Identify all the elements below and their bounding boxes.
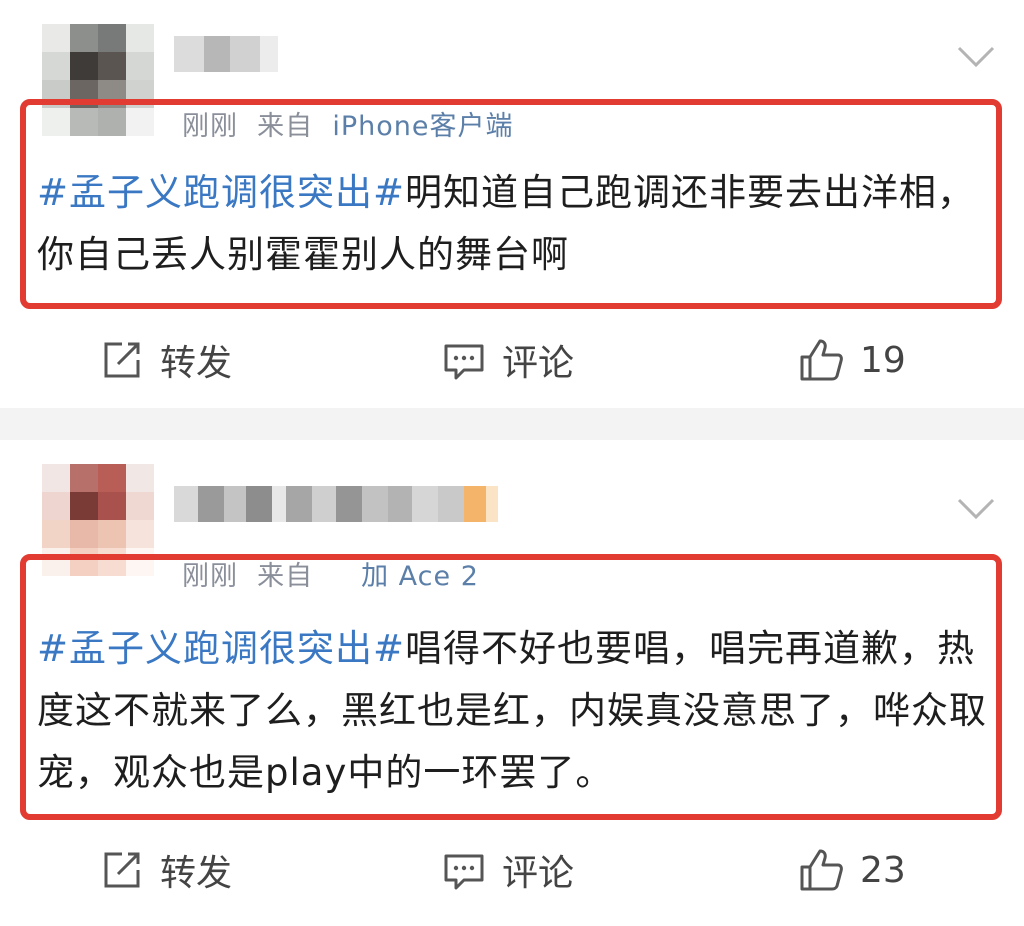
comment-icon (444, 344, 484, 380)
comment-icon (444, 854, 484, 890)
action-bar: 转发 评论 23 (0, 840, 1024, 900)
username[interactable] (174, 486, 498, 522)
comment-button[interactable]: 评论 (442, 330, 574, 390)
comment-label: 评论 (502, 343, 575, 384)
thumbs-up-icon (800, 849, 843, 891)
repost-label: 转发 (160, 853, 233, 894)
repost-icon (104, 342, 140, 378)
post-body: #孟子义跑调很突出#明知道自己跑调还非要去出洋相，你自己丢人别霍霍别人的舞台啊 (37, 162, 992, 286)
like-count: 19 (860, 339, 906, 381)
post-body: #孟子义跑调很突出#唱得不好也要唱，唱完再道歉，热度这不就来了么，黑红也是红，内… (37, 618, 992, 804)
chevron-down-icon[interactable] (956, 496, 996, 522)
hashtag-link[interactable]: #孟子义跑调很突出# (37, 171, 405, 214)
post-card: 刚刚 来自 加 Ace 2 #孟子义跑调很突出#唱得不好也要唱，唱完再道歉，热度… (0, 440, 1024, 926)
chevron-down-icon[interactable] (956, 44, 996, 70)
hashtag-link[interactable]: #孟子义跑调很突出# (37, 627, 405, 670)
like-button[interactable]: 23 (798, 840, 906, 900)
like-button[interactable]: 19 (798, 330, 906, 390)
comment-button[interactable]: 评论 (442, 840, 574, 900)
username[interactable] (174, 36, 278, 72)
thumbs-up-icon (800, 339, 843, 381)
post-card: 刚刚 来自 iPhone客户端 #孟子义跑调很突出#明知道自己跑调还非要去出洋相… (0, 0, 1024, 408)
like-count: 23 (860, 849, 906, 891)
repost-button[interactable]: 转发 (100, 330, 232, 390)
repost-label: 转发 (160, 343, 233, 384)
repost-button[interactable]: 转发 (100, 840, 232, 900)
repost-icon (104, 852, 140, 888)
action-bar: 转发 评论 19 (0, 330, 1024, 390)
comment-label: 评论 (502, 853, 575, 894)
